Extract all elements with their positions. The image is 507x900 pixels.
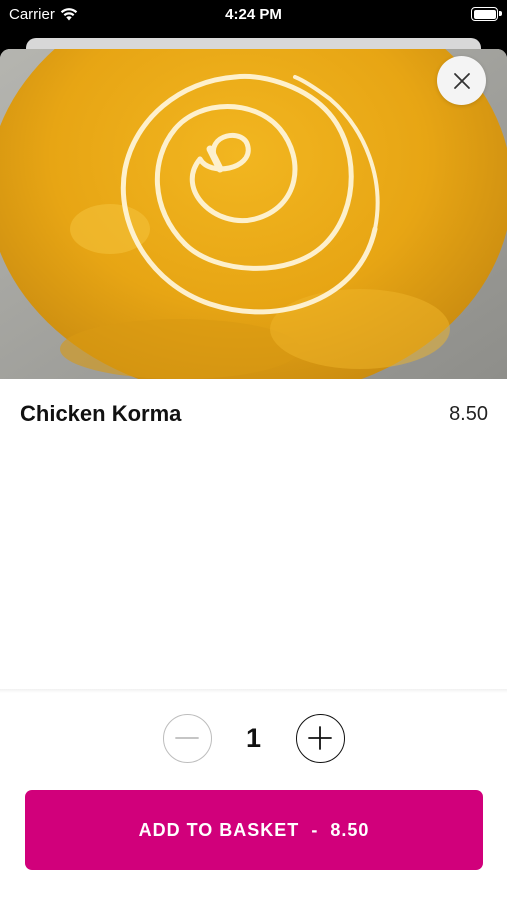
increase-quantity-button[interactable] xyxy=(295,713,345,763)
close-button[interactable] xyxy=(437,56,486,105)
close-icon xyxy=(453,72,470,89)
product-image xyxy=(0,49,507,379)
product-name: Chicken Korma xyxy=(20,401,182,426)
plus-icon xyxy=(308,726,332,750)
product-price: 8.50 xyxy=(449,402,488,425)
add-to-basket-total: 8.50 xyxy=(330,819,370,840)
quantity-value: 1 xyxy=(245,722,262,753)
food-photo-icon xyxy=(0,49,507,379)
status-time: 4:24 PM xyxy=(225,6,282,23)
add-to-basket-button[interactable]: ADD TO BASKET - 8.50 xyxy=(25,790,483,870)
decrease-quantity-button[interactable] xyxy=(162,713,212,763)
battery-icon xyxy=(471,7,502,21)
add-to-basket-separator: - xyxy=(311,819,319,840)
product-info-row: Chicken Korma 8.50 xyxy=(20,401,488,427)
app-screen: Carrier 4:24 PM Chicken Korma 8.50 1 ADD… xyxy=(0,0,507,900)
quantity-stepper: 1 xyxy=(0,712,507,764)
add-to-basket-label: ADD TO BASKET xyxy=(138,819,300,840)
minus-icon xyxy=(175,737,199,739)
footer-divider xyxy=(0,689,507,693)
status-bar: Carrier 4:24 PM xyxy=(0,0,507,30)
product-sheet: Chicken Korma 8.50 1 ADD TO BASKET - 8.5… xyxy=(0,49,507,900)
